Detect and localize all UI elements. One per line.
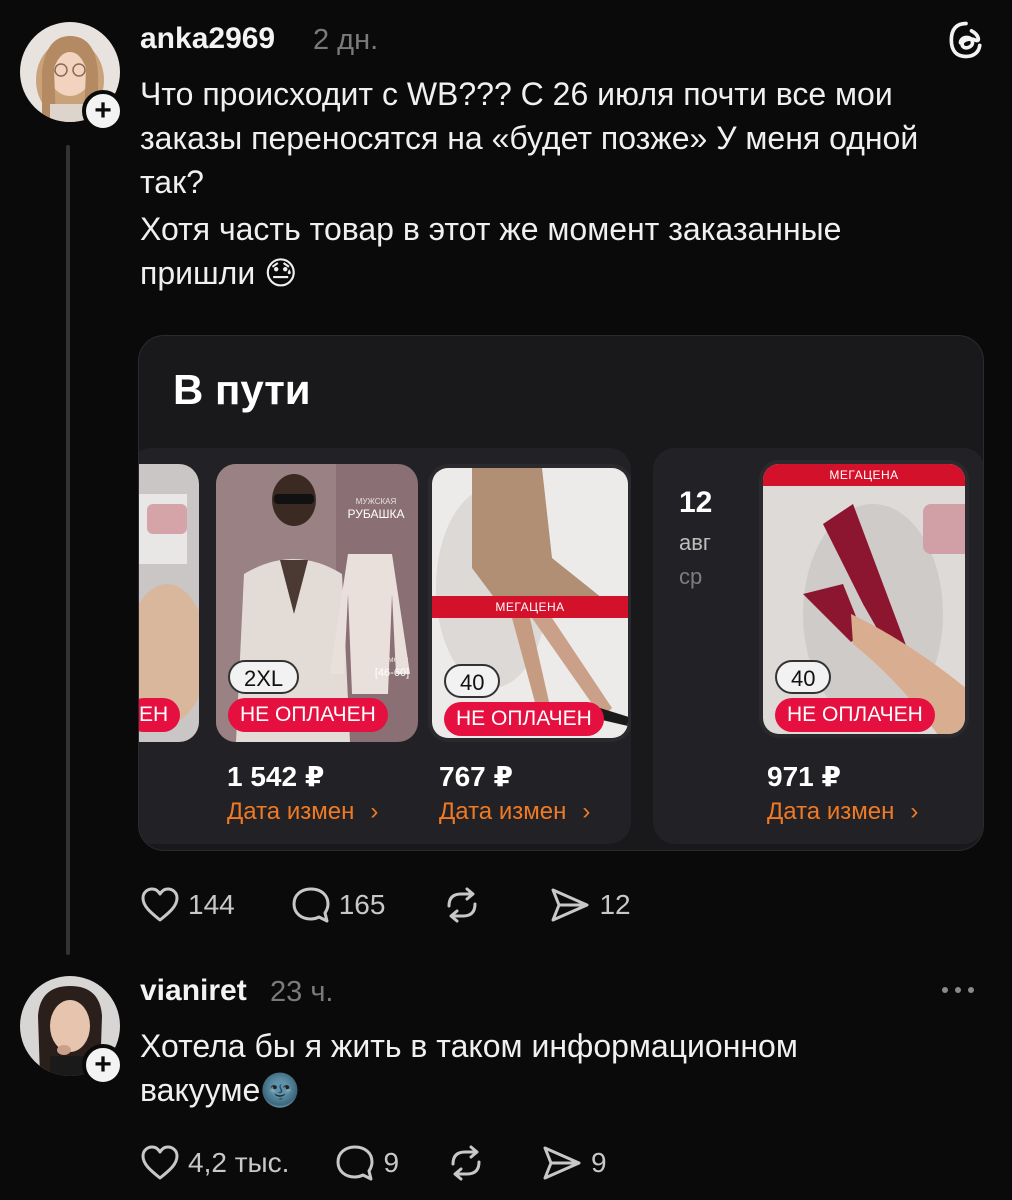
screenshot-title: В пути xyxy=(173,366,311,413)
shirt-size-range: [46-60] xyxy=(375,667,409,679)
repost-button[interactable] xyxy=(445,1144,495,1182)
reply-body: Хотела бы я жить в таком информационном … xyxy=(140,1024,880,1115)
reply-actions: 4,2 тыс. 9 9 xyxy=(140,1144,653,1182)
delivery-date: 12 авг ср xyxy=(679,486,712,590)
reply-time: 23 ч. xyxy=(270,976,334,1008)
size-badge: 2XL xyxy=(228,660,300,694)
product-tile-shirt[interactable]: МУЖСКАЯ РУБАШКА размеры [46-60] 2XL НЕ О… xyxy=(216,464,418,742)
price-banner: МЕГАЦЕНА xyxy=(763,464,965,486)
chevron-right-icon: › xyxy=(910,798,919,825)
post-paragraph: Что происходит с WB??? С 26 июля почти в… xyxy=(140,76,919,200)
post-body: Что происходит с WB??? С 26 июля почти в… xyxy=(140,72,980,298)
reply-paragraph: Хотела бы я жить в таком информационном … xyxy=(140,1028,798,1108)
share-button[interactable]: 9 xyxy=(541,1144,607,1182)
like-count: 4,2 тыс. xyxy=(188,1147,290,1178)
like-button[interactable]: 144 xyxy=(140,886,235,924)
product-tile-dress[interactable]: МЕГАЦЕНА 40 НЕ ОПЛАЧЕН xyxy=(428,464,631,742)
delivery-month: авг xyxy=(679,530,711,555)
heart-icon xyxy=(141,1145,179,1180)
share-button[interactable]: 12 xyxy=(549,886,631,924)
comment-count: 165 xyxy=(338,889,386,920)
follow-plus-button[interactable]: + xyxy=(82,1044,124,1086)
chevron-right-icon: › xyxy=(582,798,591,825)
comment-button[interactable]: 165 xyxy=(291,886,386,924)
post-time: 2 дн. xyxy=(313,24,379,56)
attached-image[interactable]: В пути ЕН МУЖСКАЯ РУБАШКА размеры [46-60… xyxy=(138,335,984,851)
change-date-link[interactable]: Дата измен › xyxy=(767,798,918,826)
send-icon xyxy=(551,888,589,922)
post-paragraph: Хотя часть товар в этот же момент заказа… xyxy=(140,211,842,291)
unpaid-badge: ЕН xyxy=(139,698,181,732)
product-price: 971 ₽ xyxy=(767,761,841,792)
price-banner: МЕГАЦЕНА xyxy=(432,596,628,618)
change-date-label: Дата измен xyxy=(439,798,567,825)
product-price: 767 ₽ xyxy=(439,761,513,792)
unpaid-badge: НЕ ОПЛАЧЕН xyxy=(444,702,604,736)
like-count: 144 xyxy=(188,889,235,920)
follow-plus-button[interactable]: + xyxy=(82,90,124,132)
more-icon[interactable] xyxy=(942,978,986,1002)
delivery-weekday: ср xyxy=(679,564,703,589)
repost-button[interactable] xyxy=(441,886,491,924)
size-badge: 40 xyxy=(775,660,832,694)
product-tile-partial[interactable]: ЕН xyxy=(139,464,199,742)
like-button[interactable]: 4,2 тыс. xyxy=(140,1144,289,1182)
shirt-tag-small: МУЖСКАЯ xyxy=(356,497,397,506)
change-date-label: Дата измен xyxy=(767,798,895,825)
repost-icon xyxy=(451,1145,481,1181)
size-badge: 40 xyxy=(444,664,501,698)
change-date-link[interactable]: Дата измен › xyxy=(439,798,590,826)
share-count: 9 xyxy=(591,1147,607,1178)
comment-bubble-icon xyxy=(292,887,330,923)
unpaid-badge: НЕ ОПЛАЧЕН xyxy=(775,698,935,732)
repost-icon xyxy=(447,887,477,923)
chevron-right-icon: › xyxy=(370,798,379,825)
unpaid-badge: НЕ ОПЛАЧЕН xyxy=(228,698,388,732)
comment-bubble-icon xyxy=(336,1145,374,1181)
reply-username[interactable]: vianiret xyxy=(140,974,247,1008)
product-price: 1 542 ₽ xyxy=(227,761,325,792)
comment-button[interactable]: 9 xyxy=(335,1144,399,1182)
change-date-link[interactable]: Дата измен › xyxy=(227,798,378,826)
shirt-size-label: размеры xyxy=(376,655,409,664)
post-actions: 144 165 12 xyxy=(140,886,677,924)
product-tile-heels[interactable]: МЕГАЦЕНА 40 НЕ ОПЛАЧЕН xyxy=(759,460,969,738)
threads-logo[interactable] xyxy=(944,18,988,62)
post-username[interactable]: anka2969 xyxy=(140,22,275,56)
delivery-day: 12 xyxy=(679,486,713,519)
shirt-tag: РУБАШКА xyxy=(348,507,405,521)
order-group: ЕН МУЖСКАЯ РУБАШКА размеры [46-60] 2XL Н… xyxy=(139,448,631,844)
change-date-label: Дата измен xyxy=(227,798,355,825)
comment-count: 9 xyxy=(383,1147,400,1178)
thread-line xyxy=(66,145,70,955)
send-icon xyxy=(543,1146,581,1180)
heart-icon xyxy=(141,887,179,922)
share-count: 12 xyxy=(599,889,631,920)
